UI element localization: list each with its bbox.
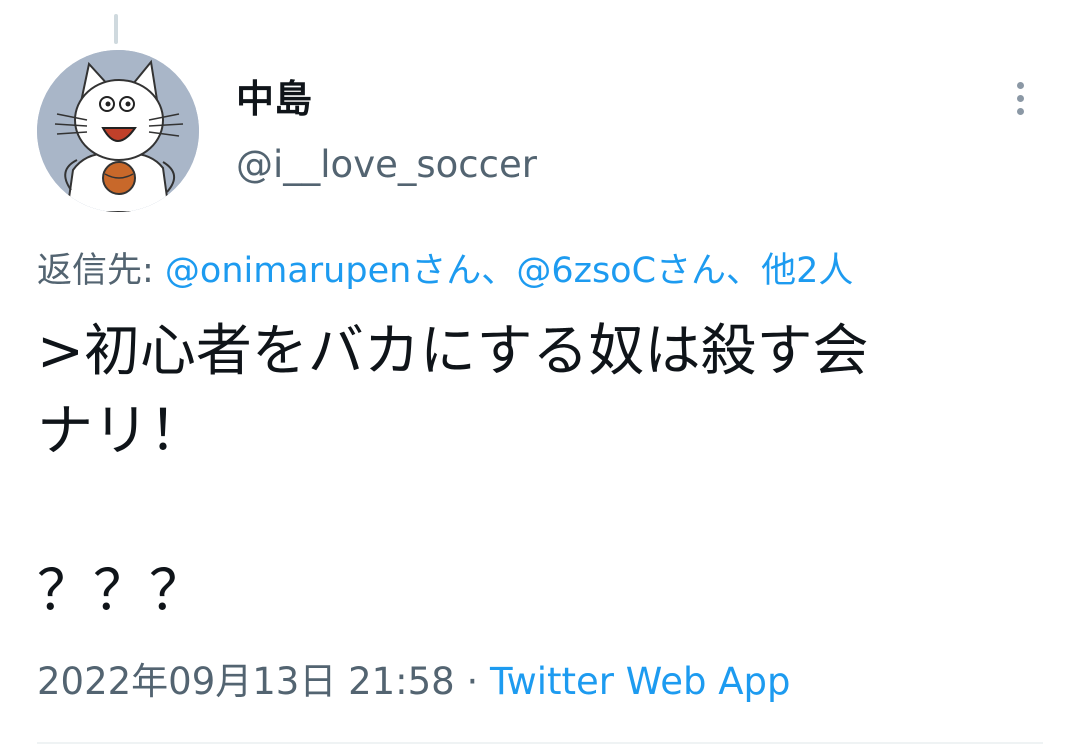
mention-separator: 、: [726, 251, 762, 291]
more-vertical-icon: [1016, 94, 1024, 102]
meta-dot-separator: ·: [454, 660, 491, 703]
others-link[interactable]: 他2人: [761, 251, 853, 291]
more-options-button[interactable]: [1000, 74, 1040, 122]
replying-to-label: 返信先:: [37, 251, 165, 291]
user-handle[interactable]: @i__love_soccer: [236, 142, 537, 188]
divider: [37, 742, 1043, 744]
tweet-timestamp[interactable]: 2022年09月13日 21:58: [37, 660, 455, 703]
tweet-text: >初心者をバカにする奴は殺す会 ナリ！ ？？？: [37, 312, 1047, 632]
mention-link[interactable]: @onimarupenさん: [165, 251, 481, 291]
more-vertical-icon: [1016, 81, 1024, 89]
mention-separator: 、: [481, 251, 517, 291]
thread-connector-line: [114, 14, 118, 44]
mention-link[interactable]: @6zsoCさん: [516, 251, 726, 291]
cartoon-cat-avatar-icon: [37, 50, 199, 212]
avatar[interactable]: [37, 50, 199, 212]
tweet-text-line: ナリ！: [37, 399, 205, 464]
tweet-metadata: 2022年09月13日 21:58 · Twitter Web App: [37, 657, 791, 707]
display-name[interactable]: 中島: [236, 76, 312, 122]
more-vertical-icon: [1016, 107, 1024, 115]
tweet-detail: 中島 @i__love_soccer 返信先: @onimarupenさん、@6…: [0, 0, 1080, 749]
replying-to: 返信先: @onimarupenさん、@6zsoCさん、他2人: [37, 248, 853, 294]
tweet-text-line: ？？？: [37, 559, 205, 624]
tweet-source-link[interactable]: Twitter Web App: [490, 660, 790, 703]
tweet-text-line: >初心者をバカにする奴は殺す会: [37, 319, 869, 384]
